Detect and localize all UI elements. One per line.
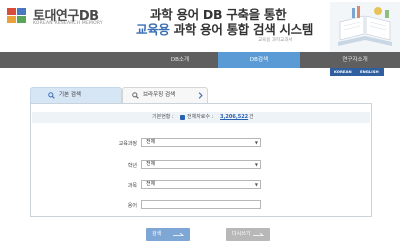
site-header: 토대연구DB KOREAN RESEARCH MEMORY 과학 용어 DB 구… (0, 0, 400, 52)
search-button-label: 검색 (152, 231, 162, 237)
search-icon (48, 92, 55, 99)
headline-caption: 교육용 과학교과서 (258, 38, 293, 43)
subject-label: 과목 (127, 183, 137, 189)
arrow-right-icon (173, 233, 185, 236)
checkbox-icon (180, 115, 185, 120)
search-icon (132, 92, 139, 99)
curriculum-select-value: 전체 (146, 139, 156, 145)
total-count-unit: 건 (249, 114, 254, 120)
total-count-value[interactable]: 3,206,522 (220, 112, 248, 123)
search-panel: 기본현황 : 전체자료수 : 3,206,522 건 교육과정 전체 ▼ 학년 … (30, 103, 372, 217)
main-nav: DB소개 DB검색 연구자소개 (0, 52, 400, 68)
dropdown-arrow-icon: ▼ (254, 140, 258, 145)
total-count-label: 전체자료수 : (187, 114, 214, 120)
subject-select-value: 전체 (146, 181, 156, 187)
dropdown-arrow-icon: ▼ (254, 162, 258, 167)
nav-item-researchers[interactable]: 연구자소개 (320, 52, 390, 68)
reset-button-label: 다시쓰기 (232, 231, 251, 237)
reset-button[interactable]: 다시쓰기 (226, 228, 270, 241)
tab-browse-label: 브라우징 검색 (143, 92, 176, 98)
term-input[interactable] (141, 200, 261, 209)
nav-item-db-intro[interactable]: DB소개 (155, 52, 205, 68)
tab-basic-search[interactable]: 기본 검색 (30, 87, 122, 103)
grade-select-value: 전체 (146, 161, 156, 167)
subject-select[interactable]: 전체 ▼ (141, 180, 261, 189)
curriculum-label: 교육과정 (118, 141, 137, 147)
chevron-right-icon (198, 92, 203, 99)
lang-korean-link[interactable]: KOREAN (334, 68, 352, 76)
headline-rest: 과학 용어 통합 검색 시스템 (169, 22, 314, 37)
grade-label: 학년 (127, 163, 137, 169)
status-label: 기본현황 : (152, 114, 174, 120)
status-bar: 기본현황 : 전체자료수 : 3,206,522 건 (32, 112, 370, 123)
search-button[interactable]: 검색 (146, 228, 190, 241)
term-label: 용어 (127, 203, 137, 209)
book-illustration (330, 2, 400, 52)
logo-icon (7, 8, 26, 23)
nav-item-db-search[interactable]: DB검색 (218, 52, 300, 68)
logo-subtitle: KOREAN RESEARCH MEMORY (33, 21, 103, 26)
curriculum-select[interactable]: 전체 ▼ (141, 138, 261, 147)
grade-select[interactable]: 전체 ▼ (141, 160, 261, 169)
language-switcher: KOREAN ENGLISH (330, 68, 384, 76)
headline-line2: 교육용 과학 용어 통합 검색 시스템 (136, 19, 313, 38)
tab-basic-label: 기본 검색 (59, 92, 81, 98)
dropdown-arrow-icon: ▼ (254, 182, 258, 187)
arrow-right-icon (253, 233, 265, 236)
headline-highlight: 교육용 (136, 22, 170, 37)
lang-english-link[interactable]: ENGLISH (360, 68, 379, 76)
tab-browse-search[interactable]: 브라우징 검색 (122, 87, 208, 103)
